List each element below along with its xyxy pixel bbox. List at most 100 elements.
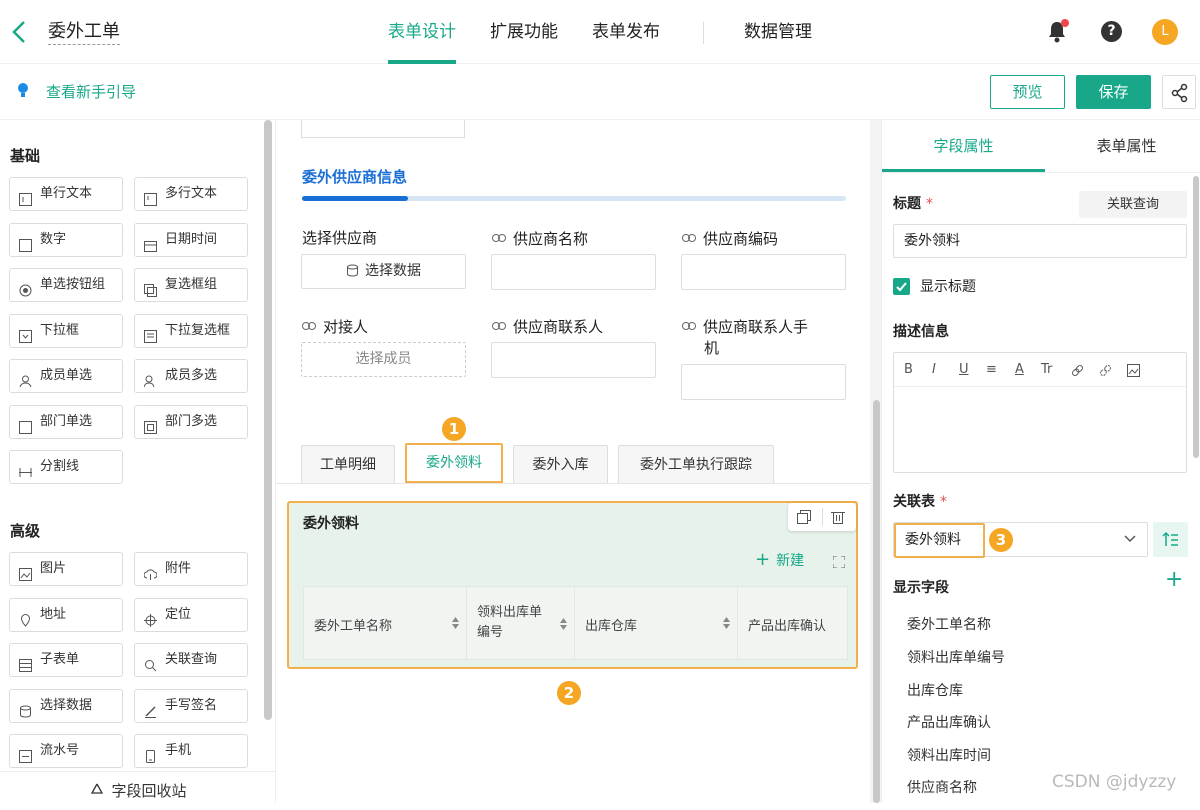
widget-label: 成员多选 [165,368,218,383]
supplier-contact-phone-input[interactable] [681,364,846,400]
display-field-item[interactable]: 领料出库时间 [907,745,991,765]
widget-related-query[interactable]: 关联查询 [134,643,248,677]
align-icon[interactable]: ≡ [986,362,997,377]
column-header[interactable]: 领料出库单编号 [467,587,575,659]
subform-block[interactable]: 委外领料 + 新建 委外工单名称 领料出库单编号 出库仓库 产品出库确认 [287,501,858,669]
share-button[interactable] [1162,75,1196,109]
display-field-item[interactable]: 产品出库确认 [907,712,991,732]
column-header[interactable]: 出库仓库 [575,587,738,659]
label-text: 供应商名称 [513,230,589,248]
widget-multi-line-text[interactable]: 多行文本 [134,177,248,211]
display-field-item[interactable]: 供应商名称 [907,777,977,797]
widget-number[interactable]: 数字 [9,223,123,257]
save-button[interactable]: 保存 [1076,75,1151,109]
recycle-icon [91,783,104,794]
subform-toolbar [788,503,856,531]
widget-positioning[interactable]: 定位 [134,598,248,632]
font-size-icon[interactable]: Tr [1041,362,1052,377]
description-editor[interactable]: B I U ≡ A Tr [893,352,1187,473]
help-icon[interactable]: ? [1101,21,1122,42]
related-query-button[interactable]: 关联查询 [1079,191,1187,218]
related-table-label-text: 关联表 [893,494,935,510]
back-arrow-icon[interactable] [10,18,34,46]
widget-multi-dropdown[interactable]: 下拉复选框 [134,314,248,348]
tab-work-order-detail[interactable]: 工单明细 [301,445,395,483]
tab-field-properties[interactable]: 字段属性 [882,120,1045,172]
title-input[interactable]: 委外领料 [893,224,1187,258]
widget-signature[interactable]: 手写签名 [134,689,248,723]
add-field-icon[interactable]: + [1165,569,1183,591]
tab-execution-tracking[interactable]: 委外工单执行跟踪 [618,445,774,483]
copy-icon[interactable] [797,510,811,524]
previous-field-input[interactable] [301,120,465,138]
select-member-field[interactable]: 选择成员 [301,342,466,377]
widget-label: 子表单 [40,652,80,667]
subform-new-button[interactable]: + 新建 [755,549,804,570]
widget-serial-number[interactable]: 流水号 [9,734,123,768]
nav-tab-data-management[interactable]: 数据管理 [744,20,812,44]
sort-icon[interactable] [723,617,730,629]
tab-outsourced-material[interactable]: 委外领料 [405,443,503,483]
underline-icon[interactable]: U [959,362,969,377]
field-recycle-bin[interactable]: 字段回收站 [0,771,276,803]
italic-icon[interactable]: I [932,362,936,377]
supplier-contact-input[interactable] [491,342,656,378]
link-icon[interactable] [1071,364,1084,377]
related-table-select[interactable]: 委外领料 [893,522,1148,558]
column-header[interactable]: 产品出库确认 [738,587,848,659]
nav-tab-extensions[interactable]: 扩展功能 [490,20,558,44]
bold-icon[interactable]: B [904,362,913,377]
widget-single-line-text[interactable]: 单行文本 [9,177,123,211]
widget-image[interactable]: 图片 [9,552,123,586]
description-label: 描述信息 [893,324,949,340]
nav-tab-form-design[interactable]: 表单设计 [388,20,456,44]
widget-phone[interactable]: 手机 [134,734,248,768]
sort-fields-button[interactable] [1153,522,1188,557]
column-header[interactable]: 委外工单名称 [304,587,467,659]
widget-dept-multi[interactable]: 部门多选 [134,405,248,439]
font-color-icon[interactable]: A [1015,362,1024,377]
display-field-item[interactable]: 出库仓库 [907,680,963,700]
supplier-name-input[interactable] [491,254,656,290]
display-field-item[interactable]: 领料出库单编号 [907,647,1005,667]
phone-icon [144,744,157,763]
widget-datetime[interactable]: 日期时间 [134,223,248,257]
supplier-code-input[interactable] [681,254,846,290]
image-icon[interactable] [1127,364,1140,377]
canvas-scrollbar[interactable] [873,400,880,803]
trash-icon[interactable] [831,510,845,524]
guide-link[interactable]: 查看新手引导 [46,81,136,103]
widget-member-multi[interactable]: 成员多选 [134,359,248,393]
app-title[interactable]: 委外工单 [48,20,120,45]
widget-attachment[interactable]: 附件 [134,552,248,586]
widget-address[interactable]: 地址 [9,598,123,632]
widget-select-data[interactable]: 选择数据 [9,689,123,723]
column-header-label: 产品出库确认 [748,619,827,634]
widget-label: 地址 [40,607,67,622]
sort-icon[interactable] [452,617,459,629]
panel-scrollbar[interactable] [1193,176,1199,458]
avatar[interactable]: L [1152,19,1178,45]
widget-dropdown[interactable]: 下拉框 [9,314,123,348]
tab-form-properties[interactable]: 表单属性 [1045,120,1200,172]
callout-badge-3: 3 [989,528,1013,552]
left-scrollbar[interactable] [264,120,272,720]
show-title-checkbox[interactable] [893,278,910,295]
display-field-item[interactable]: 委外工单名称 [907,614,991,634]
nav-tab-form-publish[interactable]: 表单发布 [592,20,660,44]
widget-member-single[interactable]: 成员单选 [9,359,123,393]
tab-outsourced-inbound[interactable]: 委外入库 [513,445,608,483]
textarea-icon [144,187,157,206]
share-icon [1171,83,1188,103]
search-link-icon [144,653,157,672]
widget-dept-single[interactable]: 部门单选 [9,405,123,439]
unlink-icon[interactable] [1099,364,1112,377]
preview-button[interactable]: 预览 [990,75,1065,109]
sort-icon[interactable] [560,617,567,630]
widget-subform[interactable]: 子表单 [9,643,123,677]
widget-checkbox-group[interactable]: 复选框组 [134,268,248,302]
expand-icon[interactable] [832,553,846,569]
widget-divider[interactable]: 分割线 [9,450,123,484]
select-data-button[interactable]: 选择数据 [301,254,466,289]
widget-radio-group[interactable]: 单选按钮组 [9,268,123,302]
